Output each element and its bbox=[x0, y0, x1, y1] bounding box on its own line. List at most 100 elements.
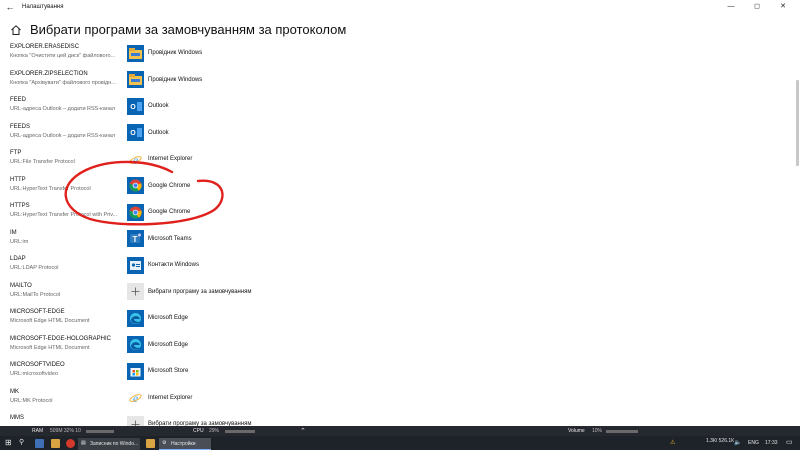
file-explorer-taskbar-icon[interactable] bbox=[51, 439, 60, 448]
default-app-button[interactable]: e Internet Explorer bbox=[127, 389, 192, 407]
scrollbar-thumb[interactable] bbox=[796, 80, 799, 166]
default-app-button[interactable]: Microsoft Store bbox=[127, 362, 188, 380]
protocol-row-microsoft-edge-holographic: MICROSOFT-EDGE-HOLOGRAPHIC Microsoft Edge… bbox=[10, 334, 790, 360]
default-app-name: Google Chrome bbox=[148, 182, 191, 189]
chrome-icon bbox=[127, 177, 144, 194]
file-explorer-icon bbox=[127, 71, 144, 88]
protocol-description: URL:microsoftvideo bbox=[10, 371, 58, 377]
protocol-row-mk: MK URL:MK Protocol e Internet Explorer bbox=[10, 387, 790, 413]
edge-icon bbox=[127, 309, 144, 327]
back-arrow-icon[interactable]: ← bbox=[0, 2, 20, 12]
home-icon[interactable] bbox=[10, 24, 22, 36]
protocol-description: URL:HyperText Transfer Protocol with Pri… bbox=[10, 212, 118, 218]
default-app-button[interactable]: Провідник Windows bbox=[127, 71, 202, 89]
protocol-name: MICROSOFTVIDEO bbox=[10, 362, 65, 368]
protocol-row-ftp: FTP URL:File Transfer Protocol e Internet E… bbox=[10, 148, 790, 174]
folder-taskbar-icon[interactable] bbox=[146, 439, 155, 448]
expand-monitor-icon[interactable]: ⌃ bbox=[300, 427, 306, 435]
page-header: Вибрати програми за замовчуванням за про… bbox=[10, 22, 346, 37]
chrome-taskbar-icon[interactable] bbox=[66, 439, 75, 448]
maximize-button[interactable]: ◻ bbox=[744, 0, 770, 14]
taskbar: RAM 509М 32% 10 ⌃ CPU 29% Volume 10% ⊞ ⚲… bbox=[0, 426, 800, 450]
protocol-description: Microsoft Edge HTML Document bbox=[10, 318, 90, 324]
minimize-button[interactable]: — bbox=[718, 0, 744, 14]
default-app-button[interactable]: T Microsoft Teams bbox=[127, 230, 192, 248]
default-app-button[interactable]: Google Chrome bbox=[127, 203, 190, 221]
window-title: Налаштування bbox=[22, 4, 64, 10]
language-indicator[interactable]: ENG bbox=[748, 440, 759, 446]
default-app-button[interactable]: Вибрати програму за замовчуванням bbox=[127, 283, 252, 301]
search-icon[interactable]: ⚲ bbox=[19, 438, 24, 446]
default-app-button[interactable]: O Outlook bbox=[127, 124, 169, 142]
svg-text:O: O bbox=[130, 130, 136, 137]
taskbar-task-settings[interactable]: ⚙ Настройки bbox=[159, 438, 211, 450]
default-app-name: Google Chrome bbox=[148, 209, 191, 215]
internet-explorer-icon: e bbox=[127, 150, 144, 168]
default-app-name: Провідник Windows bbox=[148, 50, 203, 56]
protocol-name: MICROSOFT-EDGE bbox=[10, 309, 65, 315]
svg-text:e: e bbox=[133, 391, 139, 404]
protocol-description: Microsoft Edge HTML Document bbox=[10, 344, 90, 351]
task-label: Записник по Windo... bbox=[90, 441, 139, 447]
default-app-button[interactable]: Контакти Windows bbox=[127, 256, 199, 274]
protocol-row-mailto: MAILTO URL:MailTo Protocol Вибрати програм… bbox=[10, 281, 790, 307]
protocol-name: IM bbox=[10, 229, 17, 236]
warning-tray-icon[interactable]: ⚠ bbox=[670, 439, 675, 446]
default-app-name: Outlook bbox=[148, 129, 169, 136]
svg-text:T: T bbox=[133, 235, 138, 244]
protocol-description: URL:File Transfer Protocol bbox=[10, 159, 75, 165]
edge-icon bbox=[127, 336, 144, 353]
system-monitor-bar bbox=[0, 426, 800, 436]
protocol-row-explorer.zipselection: EXPLORER.ZIPSELECTION Кнопка "Архівувати"… bbox=[10, 69, 790, 95]
notifications-icon[interactable]: ▭ bbox=[786, 438, 793, 446]
default-app-button[interactable]: O Outlook bbox=[127, 97, 169, 115]
default-app-name: Internet Explorer bbox=[148, 156, 193, 162]
teams-icon: T bbox=[127, 230, 144, 247]
protocol-name: EXPLORER.ERASEDISC bbox=[10, 44, 80, 50]
cpu-usage-bar bbox=[225, 430, 255, 433]
default-app-button[interactable]: Провідник Windows bbox=[127, 44, 202, 62]
cpu-label: CPU bbox=[193, 428, 204, 434]
protocol-description: URL-адреса Outlook – додати RSS-канал bbox=[10, 132, 116, 139]
ram-value: 509М 32% 10 bbox=[50, 428, 81, 434]
ram-label: RAM bbox=[32, 428, 44, 434]
default-app-name: Вибрати програму за замовчуванням bbox=[148, 288, 252, 295]
protocol-description: URL:HyperText Transfer Protocol bbox=[10, 185, 91, 192]
close-button[interactable]: ✕ bbox=[770, 0, 796, 14]
protocol-name: MAILTO bbox=[10, 282, 32, 289]
protocol-name: HTTPS bbox=[10, 203, 30, 209]
default-app-name: Outlook bbox=[148, 103, 169, 109]
default-app-name: Контакти Windows bbox=[148, 262, 199, 268]
taskbar-task-notepad[interactable]: ▤ Записник по Windo... bbox=[78, 438, 140, 450]
default-app-button[interactable]: Microsoft Edge bbox=[127, 309, 188, 327]
protocol-row-feed: FEED URL-адреса Outlook – додати RSS-кана… bbox=[10, 95, 790, 121]
default-app-button[interactable]: Microsoft Edge bbox=[127, 336, 188, 354]
protocol-description: URL:im bbox=[10, 238, 29, 245]
protocol-row-microsoft-edge: MICROSOFT-EDGE Microsoft Edge HTML Docume… bbox=[10, 307, 790, 333]
protocol-row-ldap: LDAP URL:LDAP Protocol Контакти Windows bbox=[10, 254, 790, 280]
protocol-name: EXPLORER.ZIPSELECTION bbox=[10, 70, 88, 77]
task-view-icon[interactable] bbox=[35, 439, 44, 448]
protocol-name: MMS bbox=[10, 415, 24, 421]
protocol-name: MK bbox=[10, 388, 19, 395]
protocol-description: URL:LDAP Protocol bbox=[10, 265, 59, 271]
clock[interactable]: 17:33 bbox=[765, 440, 778, 446]
default-app-button[interactable]: Google Chrome bbox=[127, 177, 190, 195]
protocol-name: LDAP bbox=[10, 256, 26, 262]
default-app-name: Microsoft Store bbox=[148, 368, 189, 374]
contacts-icon bbox=[127, 256, 144, 274]
cpu-value: 29% bbox=[209, 428, 220, 434]
volume-tray-icon[interactable]: 🔈 bbox=[734, 439, 741, 446]
protocol-description: Кнопка "Архівувати" файлового провідн... bbox=[10, 79, 116, 86]
windows-start-icon[interactable]: ⊞ bbox=[5, 438, 12, 447]
default-app-name: Провідник Windows bbox=[148, 76, 203, 83]
internet-explorer-icon: e bbox=[127, 389, 144, 406]
default-app-button[interactable]: e Internet Explorer bbox=[127, 150, 192, 168]
protocol-row-im: IM URL:im T Microsoft Teams bbox=[10, 228, 790, 254]
protocol-name: MICROSOFT-EDGE-HOLOGRAPHIC bbox=[10, 335, 112, 342]
network-speed: 1.3К/ 526.1К bbox=[706, 438, 735, 444]
default-app-name: Microsoft Edge bbox=[148, 315, 189, 321]
protocol-name: FEED bbox=[10, 97, 27, 103]
settings-icon: ⚙ bbox=[162, 440, 167, 446]
protocol-row-https: HTTPS URL:HyperText Transfer Protocol wit… bbox=[10, 201, 790, 227]
